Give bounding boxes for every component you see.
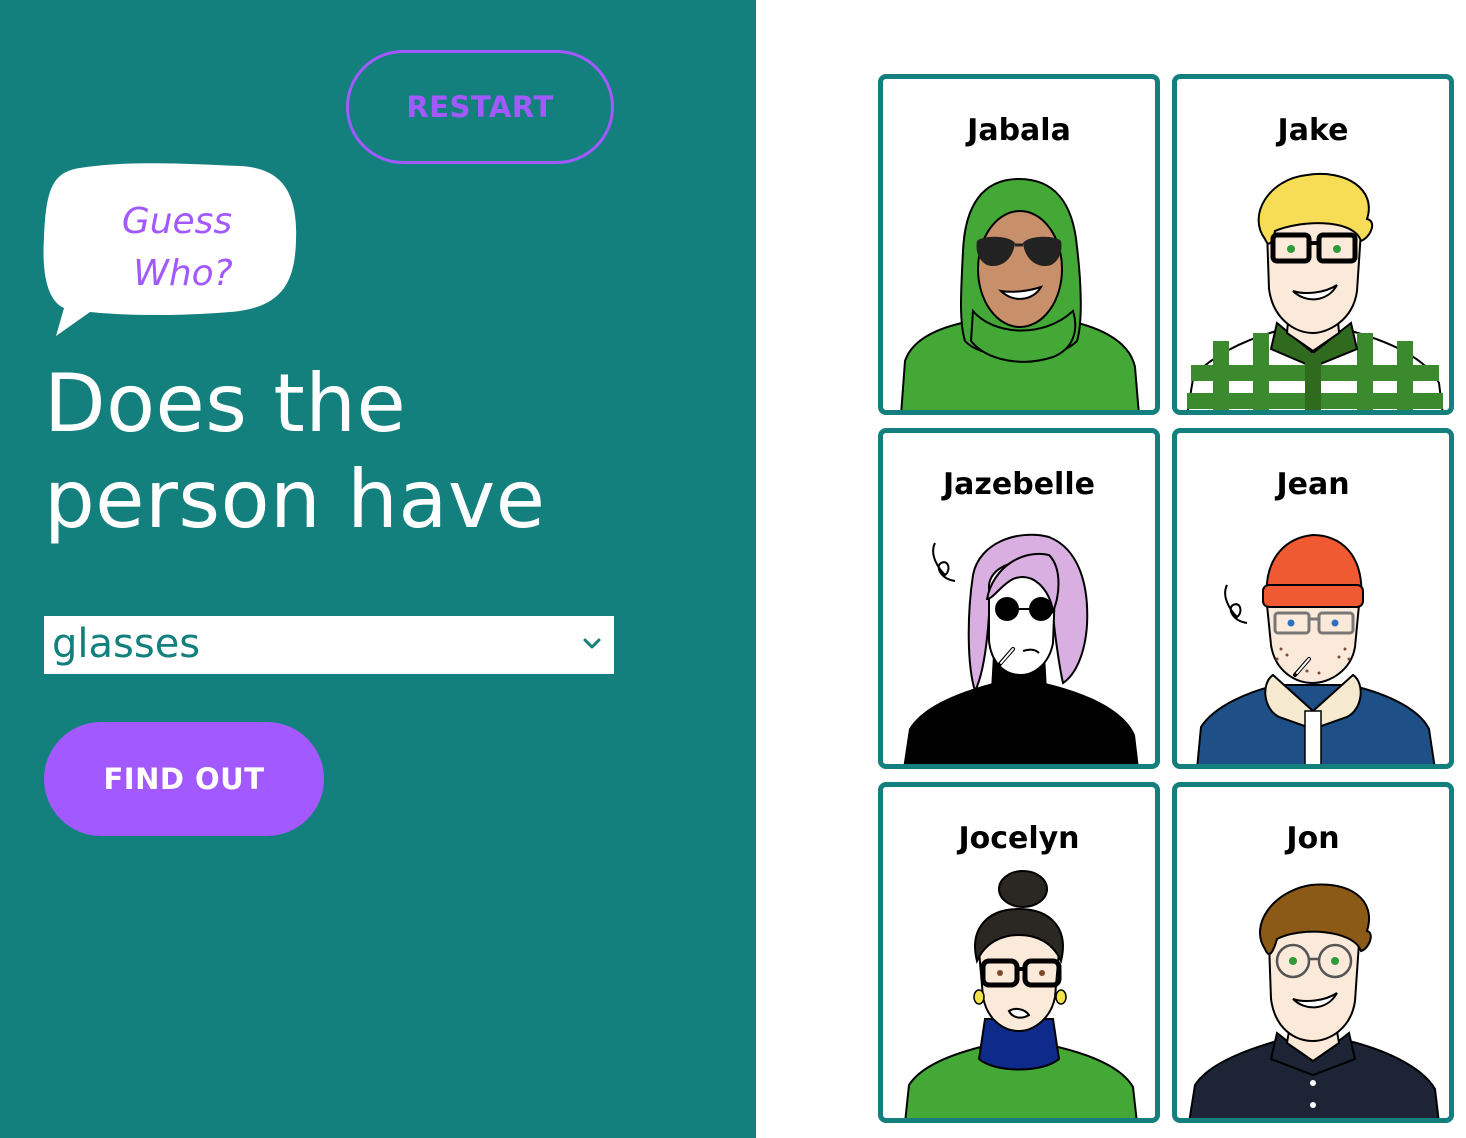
card-name: Jean bbox=[1276, 467, 1350, 502]
logo-line-1: Guess bbox=[121, 201, 233, 242]
jabala-portrait bbox=[900, 177, 1140, 410]
character-card-jocelyn[interactable]: Jocelyn bbox=[878, 782, 1160, 1123]
jocelyn-portrait bbox=[904, 870, 1138, 1118]
jake-portrait bbox=[1186, 172, 1444, 410]
character-card-jake[interactable]: Jake bbox=[1172, 74, 1454, 415]
card-name: Jazebelle bbox=[943, 467, 1095, 502]
guess-who-logo: Guess Who? bbox=[40, 160, 302, 340]
question-line-1: Does the bbox=[44, 357, 407, 450]
question-line-2: person have bbox=[44, 453, 546, 546]
logo-line-2: Who? bbox=[133, 253, 233, 294]
character-card-jon[interactable]: Jon bbox=[1172, 782, 1454, 1123]
chevron-down-icon bbox=[583, 638, 601, 649]
card-name: Jon bbox=[1286, 821, 1340, 856]
restart-button[interactable]: RESTART bbox=[346, 50, 614, 164]
character-card-jabala[interactable]: Jabala bbox=[878, 74, 1160, 415]
attribute-select-value: glasses bbox=[52, 621, 201, 667]
jon-portrait bbox=[1188, 883, 1440, 1118]
card-name: Jabala bbox=[967, 113, 1071, 148]
character-card-jazebelle[interactable]: Jazebelle bbox=[878, 428, 1160, 769]
jazebelle-portrait bbox=[903, 533, 1139, 764]
logo-text: Guess Who? bbox=[92, 196, 262, 300]
question-panel: RESTART Guess Who? Does the person have … bbox=[0, 0, 756, 1138]
jean-portrait bbox=[1196, 533, 1436, 764]
attribute-select[interactable]: glasses bbox=[44, 616, 614, 674]
character-card-jean[interactable]: Jean bbox=[1172, 428, 1454, 769]
card-name: Jake bbox=[1277, 113, 1349, 148]
card-name: Jocelyn bbox=[958, 821, 1080, 856]
find-out-button[interactable]: FIND OUT bbox=[44, 722, 324, 836]
question-heading: Does the person have bbox=[44, 356, 704, 548]
